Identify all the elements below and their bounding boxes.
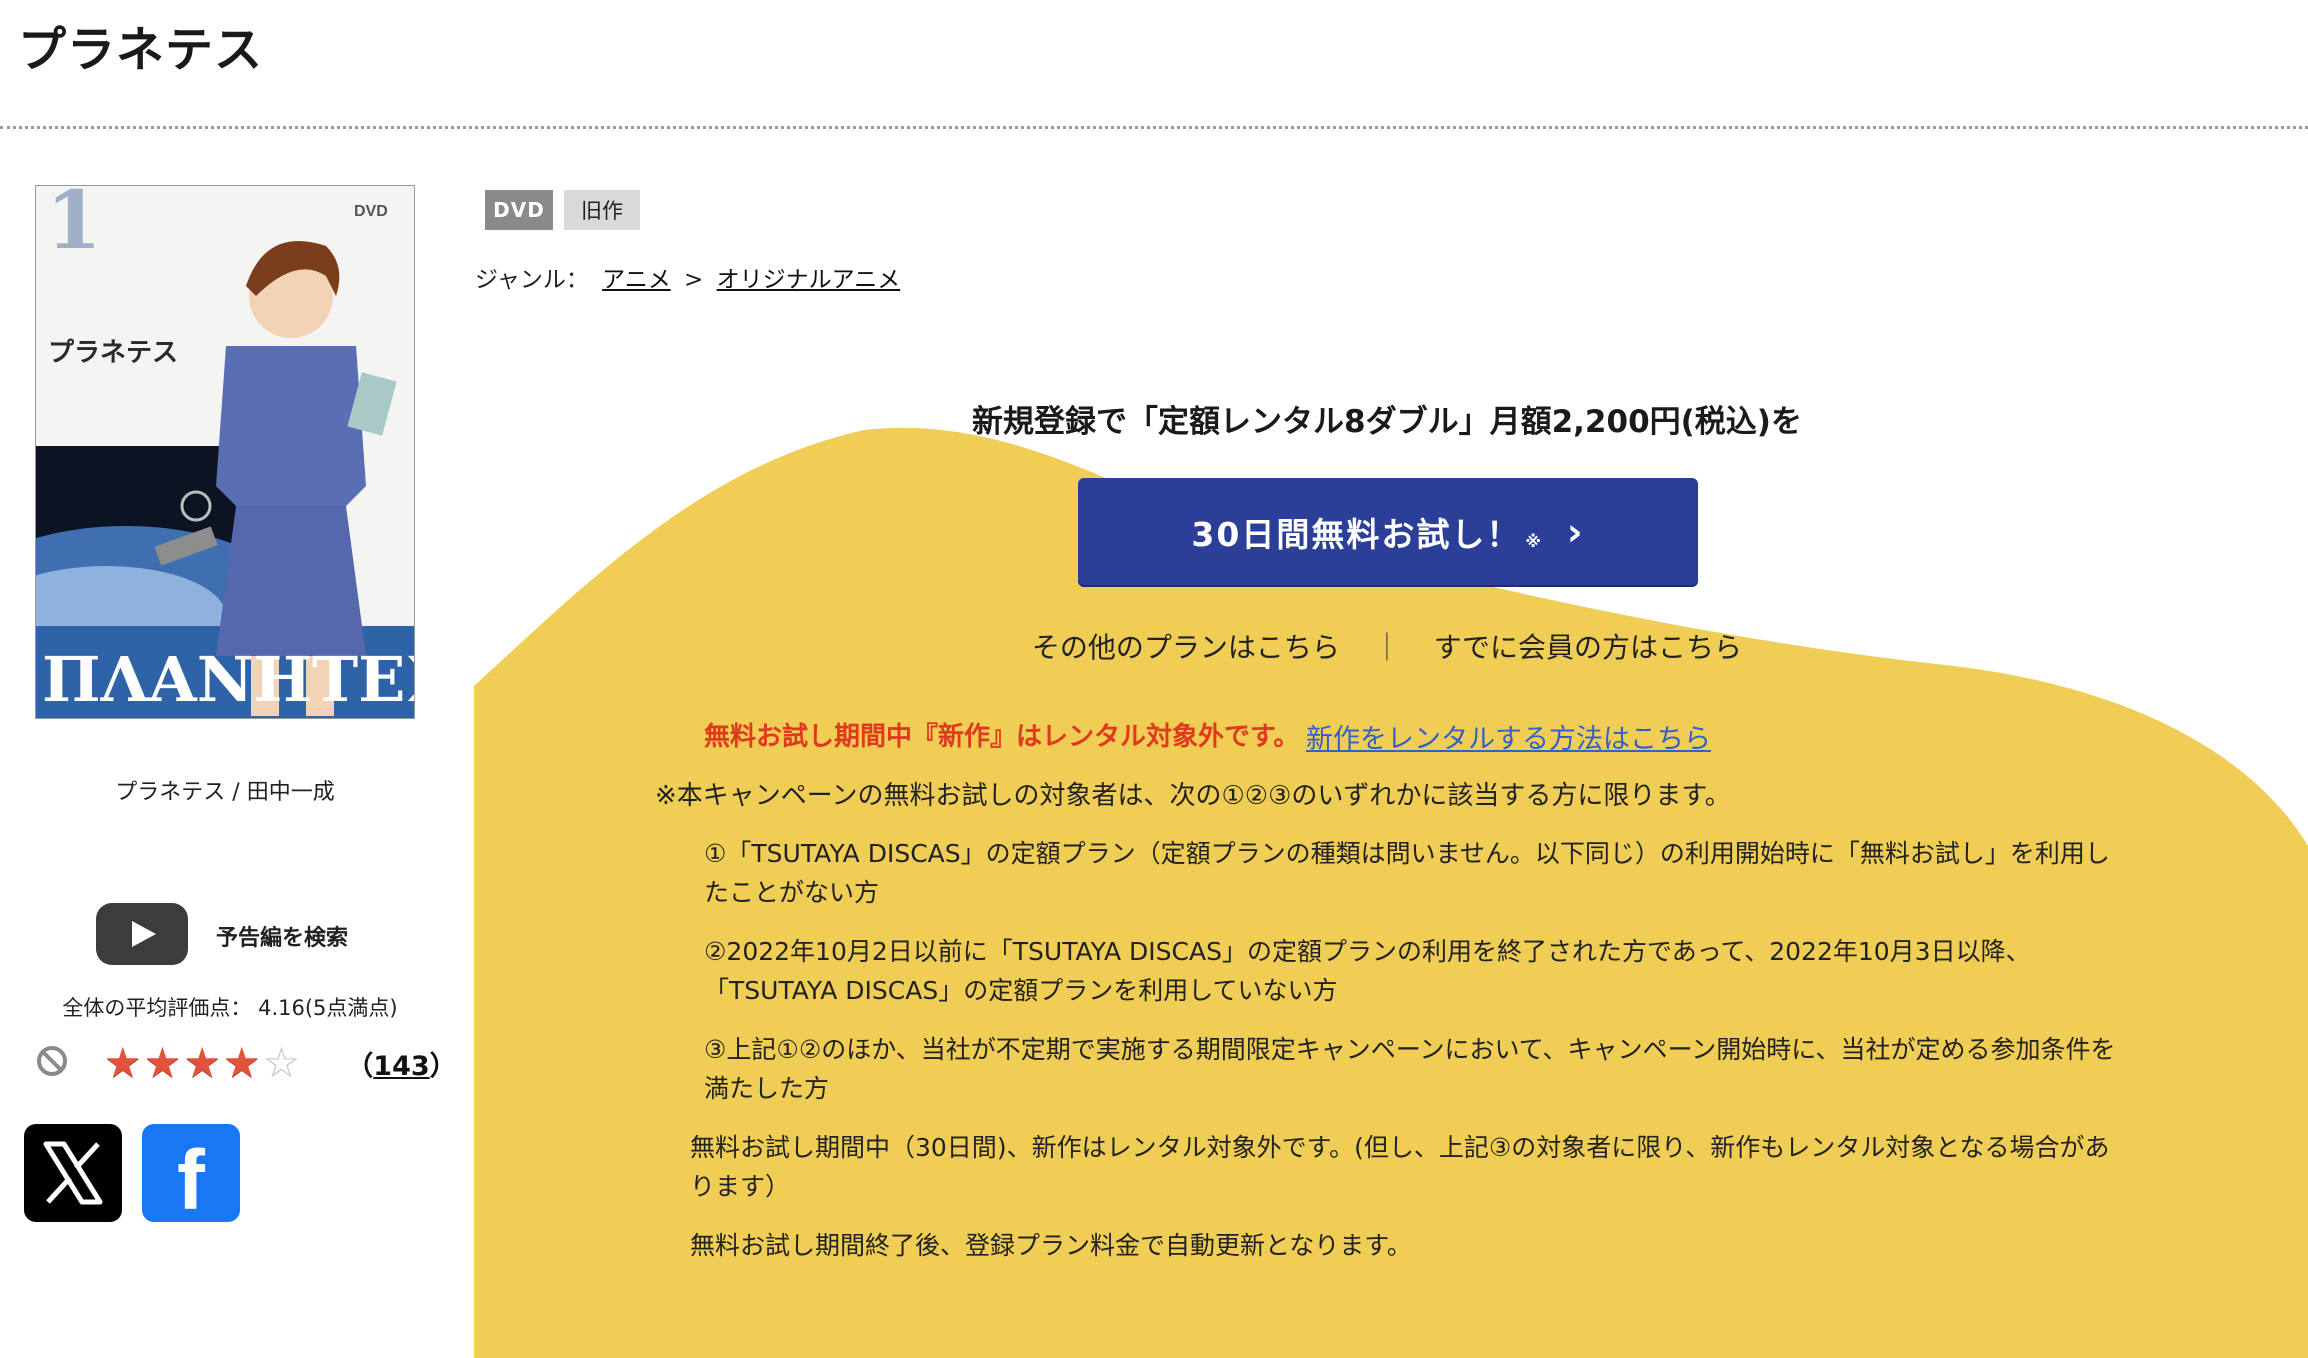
star-filled-icon[interactable]: ★ bbox=[104, 1040, 142, 1086]
star-filled-icon[interactable]: ★ bbox=[144, 1040, 182, 1086]
facebook-logo-icon: f bbox=[177, 1133, 205, 1227]
cover-greek-title: ΠΛΑΝΗΤΕΣ bbox=[42, 643, 414, 716]
trial-period-note: 無料お試し期間中（30日間)、新作はレンタル対象外です。(但し、上記③の対象者に… bbox=[690, 1133, 2110, 1201]
auto-renewal-note: 無料お試し期間終了後、登録プラン料金で自動更新となります。 bbox=[690, 1231, 1412, 1260]
member-login-link[interactable]: すでに会員の方はこちら bbox=[1434, 631, 1742, 664]
page-title: プラネテス bbox=[18, 22, 264, 78]
cover-volume-number: 1 bbox=[46, 186, 102, 267]
genre-link-original-anime[interactable]: オリジナルアニメ bbox=[717, 267, 901, 293]
cover-image[interactable]: 1 DVD プラネテス ΠΛΑΝΗΤΕΣ bbox=[35, 185, 415, 719]
chevron-right-icon: › bbox=[1566, 509, 1585, 554]
cover-caption: プラネテス / 田中一成 bbox=[115, 780, 335, 805]
badge-dvd: DVD bbox=[485, 190, 553, 230]
x-logo-icon bbox=[43, 1141, 103, 1205]
new-release-rental-link[interactable]: 新作をレンタルする方法はこちら bbox=[1306, 717, 1711, 756]
other-plans-link[interactable]: その他のプランはこちら bbox=[1032, 631, 1340, 664]
star-filled-icon[interactable]: ★ bbox=[183, 1040, 221, 1086]
average-rating-text: 全体の平均評価点： 4.16(5点満点) bbox=[62, 996, 398, 1020]
plan-links-separator: ｜ bbox=[1372, 631, 1401, 664]
not-interested-icon[interactable] bbox=[36, 1045, 68, 1081]
star-rating[interactable]: ★ ★ ★ ★ ☆ bbox=[104, 1040, 302, 1086]
campaign-heading: 新規登録で「定額レンタル8ダブル」月額2,200円(税込)を bbox=[972, 404, 1802, 440]
new-release-notice: 無料お試し期間中『新作』はレンタル対象外です。 bbox=[704, 722, 1300, 752]
cover-logo-text: プラネテス bbox=[48, 338, 178, 368]
cover-dvd-mark: DVD bbox=[354, 203, 388, 220]
free-trial-note-mark: ※ bbox=[1525, 532, 1543, 551]
term-item-2: ②2022年10月2日以前に「TSUTAYA DISCAS」の定額プランの利用を… bbox=[704, 937, 2031, 1005]
genre-breadcrumb: ジャンル： アニメ > オリジナルアニメ bbox=[475, 260, 906, 294]
genre-link-anime[interactable]: アニメ bbox=[602, 267, 671, 293]
term-item-1: ①「TSUTAYA DISCAS」の定額プラン（定額プランの種類は問いません。以… bbox=[704, 839, 2110, 907]
genre-label: ジャンル： bbox=[475, 267, 589, 293]
trailer-search-button[interactable]: 予告編を検索 bbox=[96, 903, 348, 969]
star-filled-icon[interactable]: ★ bbox=[223, 1040, 261, 1086]
review-count-link[interactable]: （143） bbox=[346, 1044, 456, 1083]
term-item-3: ③上記①②のほか、当社が不定期で実施する期間限定キャンペーンにおいて、キャンペー… bbox=[704, 1035, 2116, 1103]
terms-intro: ※本キャンペーンの無料お試しの対象者は、次の①②③のいずれかに該当する方に限りま… bbox=[655, 781, 1731, 811]
free-trial-label: 30日間無料お試し！ bbox=[1191, 514, 1522, 554]
play-icon bbox=[96, 903, 188, 969]
review-count: 143 bbox=[373, 1050, 430, 1082]
genre-separator: > bbox=[684, 267, 704, 293]
share-facebook-button[interactable]: f bbox=[142, 1124, 240, 1222]
badge-old-release: 旧作 bbox=[564, 190, 640, 230]
share-x-button[interactable] bbox=[24, 1124, 122, 1222]
rating-row: ★ ★ ★ ★ ☆ （143） bbox=[36, 1040, 457, 1086]
dotted-divider bbox=[0, 126, 2308, 129]
free-trial-button[interactable]: 30日間無料お試し！ ※ › bbox=[1078, 478, 1698, 585]
star-empty-icon[interactable]: ☆ bbox=[263, 1040, 301, 1086]
plan-links: その他のプランはこちら ｜ すでに会員の方はこちら bbox=[474, 626, 2300, 666]
trailer-label: 予告編を検索 bbox=[216, 926, 349, 951]
